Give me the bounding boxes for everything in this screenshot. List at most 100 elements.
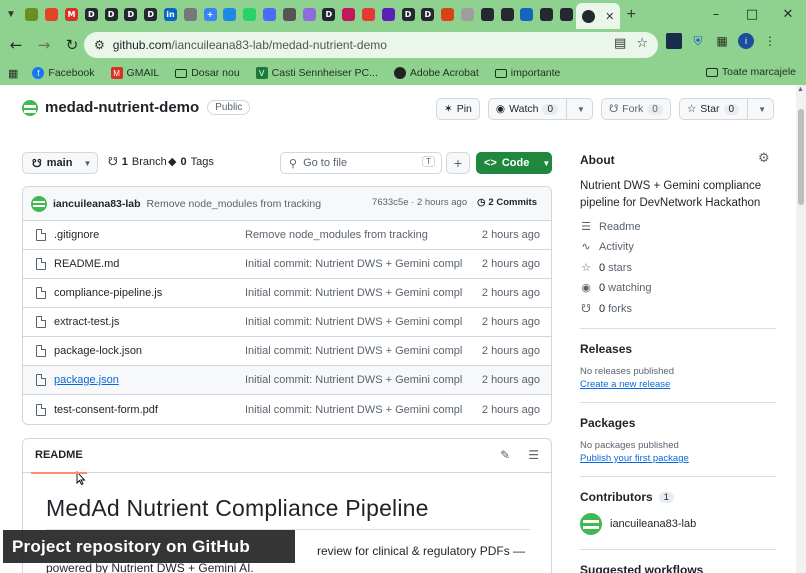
file-commit-message[interactable]: Initial commit: Nutrient DWS + Gemini co… xyxy=(245,316,463,328)
browser-tab[interactable] xyxy=(180,4,200,26)
edit-pencil-icon[interactable]: ✎ xyxy=(500,448,510,462)
browser-tab[interactable] xyxy=(339,4,359,26)
extensions-puzzle-icon[interactable]: ▦ xyxy=(714,33,730,49)
site-info-icon[interactable]: ⚙ xyxy=(94,38,105,52)
minimize-icon[interactable]: – xyxy=(698,0,734,29)
reload-icon[interactable]: ↻ xyxy=(60,33,84,57)
shield-extension-icon[interactable]: ⛨ xyxy=(690,33,706,49)
bookmark-item[interactable]: M GMAIL xyxy=(110,67,159,79)
address-bar[interactable]: ⚙ github.com/iancuileana83-lab/medad-nut… xyxy=(84,32,658,58)
bookmark-item[interactable]: Dosar nou xyxy=(175,67,240,79)
back-arrow-icon[interactable]: ← xyxy=(4,33,28,57)
page-scrollbar[interactable]: ▲ xyxy=(796,85,806,573)
browser-tab[interactable]: M xyxy=(62,4,82,26)
file-row[interactable]: package.json Initial commit: Nutrient DWS… xyxy=(23,366,551,395)
file-row[interactable]: .gitignore Remove node_modules from track… xyxy=(23,221,551,250)
watch-button[interactable]: ◉ Watch 0 ▼ xyxy=(487,98,593,120)
contributors-title[interactable]: Contributors 1 xyxy=(580,490,674,504)
all-bookmarks[interactable]: Toate marcajele xyxy=(705,66,796,78)
file-commit-message[interactable]: Initial commit: Nutrient DWS + Gemini co… xyxy=(245,374,463,386)
browser-tab[interactable] xyxy=(517,4,537,26)
browser-tab[interactable] xyxy=(359,4,379,26)
star-button[interactable]: ☆ Star 0 ▼ xyxy=(678,98,774,120)
file-row[interactable]: package-lock.json Initial commit: Nutrien… xyxy=(23,337,551,366)
add-file-button[interactable]: + xyxy=(446,152,470,174)
tab-search-chevron-icon[interactable]: ▼ xyxy=(0,0,22,29)
browser-tab[interactable] xyxy=(537,4,557,26)
maximize-icon[interactable]: □ xyxy=(734,0,770,29)
readme-tab[interactable]: README xyxy=(31,449,87,474)
file-commit-message[interactable]: Initial commit: Nutrient DWS + Gemini co… xyxy=(245,404,463,416)
owner-avatar[interactable] xyxy=(22,99,38,116)
go-to-file-input[interactable]: ⚲ Go to file T xyxy=(280,152,442,174)
file-row[interactable]: compliance-pipeline.js Initial commit: Nu… xyxy=(23,279,551,308)
chevron-down-icon[interactable]: ▼ xyxy=(752,105,766,114)
packages-title[interactable]: Packages xyxy=(580,416,635,430)
releases-title[interactable]: Releases xyxy=(580,342,632,356)
contributor-item[interactable]: iancuileana83-lab xyxy=(580,513,696,535)
browser-tab[interactable]: D xyxy=(141,4,161,26)
commits-link[interactable]: ◷ 2 Commits xyxy=(477,197,537,208)
branch-selector[interactable]: ☋ main ▼ xyxy=(22,152,98,174)
readme-link[interactable]: ☰ Readme xyxy=(580,220,641,233)
new-tab-button[interactable]: + xyxy=(620,6,642,24)
browser-tab[interactable]: D xyxy=(101,4,121,26)
browser-tab[interactable]: in xyxy=(161,4,181,26)
pin-button[interactable]: ✶ Pin xyxy=(435,98,480,120)
browser-tab[interactable]: D xyxy=(398,4,418,26)
gear-icon[interactable]: ⚙ xyxy=(758,151,770,166)
outline-list-icon[interactable]: ☰ xyxy=(528,448,539,462)
forks-link[interactable]: ☋ 0 forks xyxy=(580,302,632,315)
browser-tab[interactable] xyxy=(240,4,260,26)
commit-author[interactable]: iancuileana83-lab xyxy=(53,198,141,210)
browser-tab[interactable]: D xyxy=(418,4,438,26)
file-commit-message[interactable]: Remove node_modules from tracking xyxy=(245,229,463,241)
browser-tab[interactable] xyxy=(42,4,62,26)
apps-grid-icon[interactable]: ▦ xyxy=(8,67,18,80)
browser-tab[interactable]: D xyxy=(121,4,141,26)
repo-title[interactable]: medad-nutrient-demo xyxy=(45,99,199,116)
browser-tab[interactable] xyxy=(260,4,280,26)
browser-tab[interactable]: + xyxy=(200,4,220,26)
chevron-down-icon[interactable]: ▼ xyxy=(571,105,585,114)
bookmark-item[interactable]: V Casti Sennheiser PC... xyxy=(255,67,378,79)
stars-link[interactable]: ☆ 0 stars xyxy=(580,261,632,274)
branches-link[interactable]: ☋ 1 Branch xyxy=(108,155,167,169)
file-row[interactable]: test-consent-form.pdf Initial commit: Nut… xyxy=(23,395,551,424)
close-tab-icon[interactable]: ✕ xyxy=(605,10,614,23)
file-commit-message[interactable]: Initial commit: Nutrient DWS + Gemini co… xyxy=(245,345,463,357)
bookmark-item[interactable]: importante xyxy=(494,67,560,79)
close-window-icon[interactable]: ✕ xyxy=(770,0,806,29)
browser-tab[interactable]: D xyxy=(81,4,101,26)
browser-tab[interactable] xyxy=(477,4,497,26)
file-name[interactable]: compliance-pipeline.js xyxy=(54,287,245,299)
commit-hash-time[interactable]: 7633c5e · 2 hours ago xyxy=(372,197,467,208)
install-app-icon[interactable]: ▤ xyxy=(614,36,626,51)
file-name[interactable]: package-lock.json xyxy=(54,345,245,357)
browser-tab[interactable] xyxy=(220,4,240,26)
publish-package-link[interactable]: Publish your first package xyxy=(580,453,689,464)
browser-tab[interactable] xyxy=(497,4,517,26)
fork-button[interactable]: ☋ Fork 0 xyxy=(600,98,671,120)
scroll-up-arrow-icon[interactable]: ▲ xyxy=(797,86,804,93)
activity-link[interactable]: ∿ Activity xyxy=(580,240,633,253)
browser-tab[interactable] xyxy=(557,4,577,26)
file-name[interactable]: test-consent-form.pdf xyxy=(54,404,245,416)
profile-avatar[interactable]: i xyxy=(738,33,754,49)
file-row[interactable]: README.md Initial commit: Nutrient DWS + … xyxy=(23,250,551,279)
forward-arrow-icon[interactable]: → xyxy=(32,33,56,57)
file-name[interactable]: package.json xyxy=(54,374,245,386)
browser-tab[interactable] xyxy=(378,4,398,26)
browser-tab[interactable]: D xyxy=(319,4,339,26)
browser-tab[interactable] xyxy=(438,4,458,26)
bookmark-star-icon[interactable]: ☆ xyxy=(636,36,648,51)
extension-dark-icon[interactable] xyxy=(666,33,682,49)
browser-tab[interactable] xyxy=(22,4,42,26)
active-tab[interactable]: ✕ xyxy=(576,3,621,29)
browser-menu-icon[interactable]: ⋮ xyxy=(762,33,778,49)
scrollbar-thumb[interactable] xyxy=(798,109,804,205)
browser-tab[interactable] xyxy=(299,4,319,26)
commit-message[interactable]: Remove node_modules from tracking xyxy=(147,198,322,210)
tags-link[interactable]: ◆ 0 Tags xyxy=(168,155,214,169)
bookmark-item[interactable]: f Facebook xyxy=(32,67,95,79)
